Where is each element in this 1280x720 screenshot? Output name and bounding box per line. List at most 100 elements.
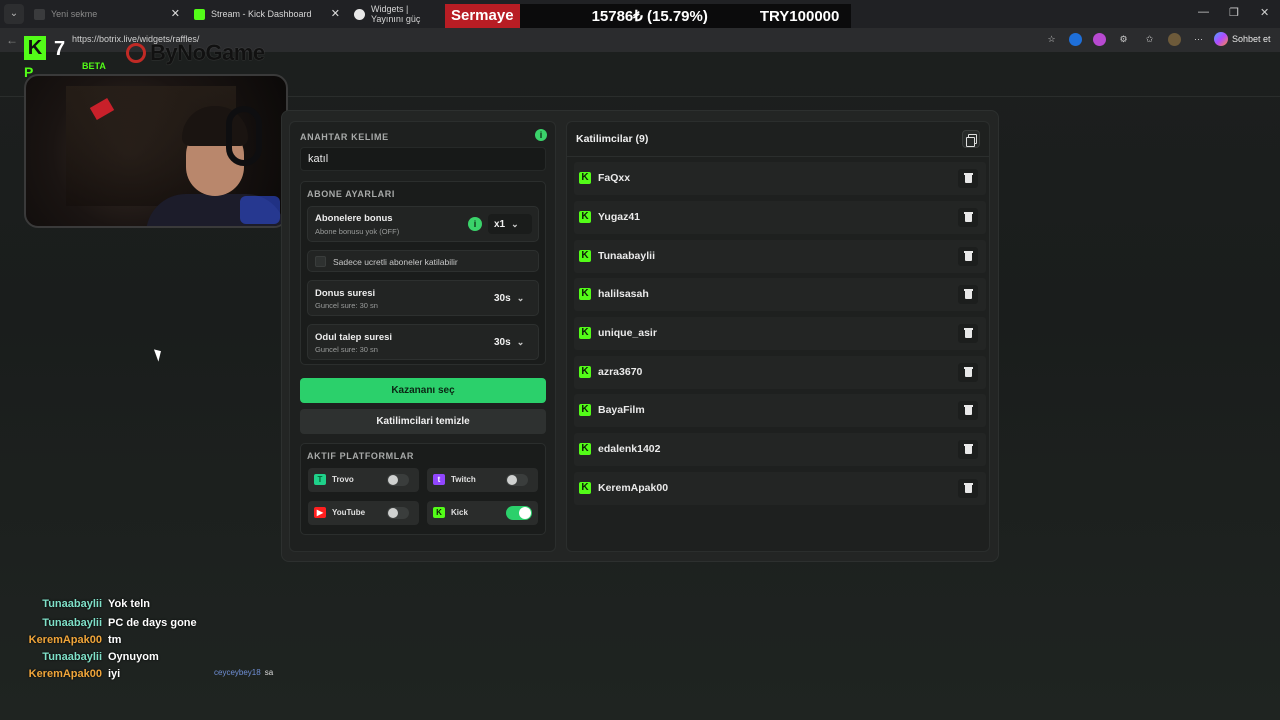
subscriber-bonus-select[interactable]: x1 ⌄: [488, 214, 532, 234]
info-icon[interactable]: i: [535, 129, 547, 141]
tab-widgets[interactable]: Widgets | Yayınını güç: [346, 2, 446, 26]
participant-row: Kedalenk1402: [574, 433, 986, 466]
capital-ticker: Sermaye 15786₺ (15.79%) TRY100000: [445, 4, 851, 28]
tab-label: Yeni sekme: [51, 9, 98, 19]
delete-participant-button[interactable]: [958, 479, 978, 498]
close-icon[interactable]: ✕: [171, 7, 180, 20]
maximize-icon[interactable]: ❐: [1229, 6, 1239, 19]
chevron-down-icon: ⌄: [516, 336, 525, 347]
tab-new[interactable]: Yeni sekme ✕: [26, 2, 186, 26]
botrix-icon: [354, 8, 365, 20]
clear-participants-button[interactable]: Katilimcilari temizle: [300, 409, 546, 434]
chat-user: Tunaabaylii: [42, 598, 102, 610]
beta-badge: BETA: [82, 61, 106, 71]
favorites-icon[interactable]: ✩: [1143, 33, 1156, 46]
subscriber-bonus-title: Abonelere bonus: [315, 213, 393, 224]
trash-icon: [965, 330, 972, 338]
chat-message: Tunaabaylii Yok teln: [20, 598, 300, 615]
trash-icon: [965, 214, 972, 222]
participant-name: FaQxx: [598, 172, 631, 184]
participant-row: K KeremApak00: [574, 472, 986, 505]
participant-row: K Yugaz41: [574, 201, 986, 234]
kick-icon: K: [579, 172, 591, 184]
info-icon[interactable]: i: [468, 217, 482, 231]
ticker-label: Sermaye: [445, 4, 520, 28]
kick-icon: K: [579, 250, 591, 262]
participant-name: KeremApak00: [598, 482, 669, 494]
rgb-light: [240, 196, 280, 224]
tab-label: Widgets | Yayınını güç: [371, 4, 421, 24]
chat-user: Tunaabaylii: [42, 651, 102, 663]
delete-participant-button[interactable]: [958, 440, 978, 459]
trovo-toggle[interactable]: [387, 474, 409, 486]
trash-icon: [965, 291, 972, 299]
back-icon[interactable]: ←: [6, 33, 18, 47]
chat-text: iyi: [108, 668, 121, 680]
minimize-icon[interactable]: —: [1198, 6, 1209, 18]
copy-icon[interactable]: [962, 130, 980, 148]
participants-title: Katilimcilar (9): [576, 133, 649, 145]
more-icon[interactable]: ⋯: [1192, 33, 1205, 46]
delete-participant-button[interactable]: [958, 324, 978, 343]
copilot-icon: [1214, 32, 1228, 46]
star-icon[interactable]: ☆: [1045, 33, 1058, 46]
pick-winner-button[interactable]: Kazananı seç: [300, 378, 546, 403]
paid-only-checkbox[interactable]: [315, 256, 326, 267]
kick-icon: K: [579, 482, 591, 494]
logo-number: 7: [54, 38, 66, 60]
platforms-label: AKTIF PLATFORMLAR: [307, 451, 415, 461]
chat-button-label: Sohbet et: [1232, 34, 1271, 44]
chevron-down-icon: ⌄: [516, 292, 525, 303]
sponsor-name: ByNoGame: [150, 40, 265, 65]
participant-name: azra3670: [598, 366, 643, 378]
kick-toggle[interactable]: [506, 506, 532, 520]
delete-participant-button[interactable]: [958, 363, 978, 382]
ticker-value: 15786₺ (15.79%): [591, 8, 708, 25]
delete-participant-button[interactable]: [958, 208, 978, 227]
trash-icon: [965, 369, 972, 377]
tab-list-button[interactable]: ⌄: [4, 4, 24, 24]
webcam-feed: [24, 74, 288, 228]
subscriber-settings-label: ABONE AYARLARI: [307, 189, 395, 199]
participant-name: unique_asir: [598, 327, 657, 339]
delete-participant-button[interactable]: [958, 285, 978, 304]
select-value: x1: [494, 218, 506, 230]
headset: [226, 106, 262, 166]
subscriber-bonus-status: Abone bonusu yok (OFF): [315, 227, 400, 236]
profile-avatar[interactable]: [1168, 33, 1181, 46]
chat-button[interactable]: Sohbet et: [1214, 32, 1271, 46]
keyword-input[interactable]: [300, 147, 546, 171]
claim-time-select[interactable]: 30s ⌄: [488, 332, 532, 352]
trash-icon: [965, 253, 972, 261]
twitch-toggle[interactable]: [506, 474, 528, 486]
ticker-capital: TRY100000: [759, 7, 840, 25]
select-value: 30s: [494, 336, 511, 348]
claim-time-title: Odul talep suresi: [315, 332, 393, 343]
youtube-toggle[interactable]: [387, 507, 409, 519]
participant-name: halilsasah: [598, 288, 649, 300]
kick-logo: K: [24, 36, 46, 60]
kick-icon: K: [579, 288, 591, 300]
participant-row: K BayaFilm: [574, 394, 986, 427]
tab-kick-dashboard[interactable]: Stream - Kick Dashboard ✕: [186, 2, 346, 26]
extension-icon[interactable]: [1093, 33, 1106, 46]
trash-icon: [965, 485, 972, 493]
kick-icon: K: [579, 327, 591, 339]
participant-row: K FaQxx: [574, 162, 986, 195]
bonus-time-select[interactable]: 30s ⌄: [488, 288, 532, 308]
platform-label: Twitch: [451, 475, 476, 484]
close-icon[interactable]: ✕: [331, 7, 340, 20]
chat-text: sa: [264, 668, 274, 677]
trovo-icon: T: [314, 474, 326, 485]
delete-participant-button[interactable]: [958, 247, 978, 266]
platform-label: Kick: [451, 508, 468, 517]
puzzle-icon[interactable]: ⚙: [1117, 33, 1130, 46]
participant-name: Yugaz41: [598, 211, 641, 223]
platform-trovo: T Trovo: [308, 468, 419, 492]
trash-icon: [965, 175, 972, 183]
delete-participant-button[interactable]: [958, 169, 978, 188]
window-close-icon[interactable]: ✕: [1260, 6, 1269, 19]
delete-participant-button[interactable]: [958, 401, 978, 420]
extension-icon[interactable]: [1069, 33, 1082, 46]
participant-row: Khalilsasah: [574, 278, 986, 311]
